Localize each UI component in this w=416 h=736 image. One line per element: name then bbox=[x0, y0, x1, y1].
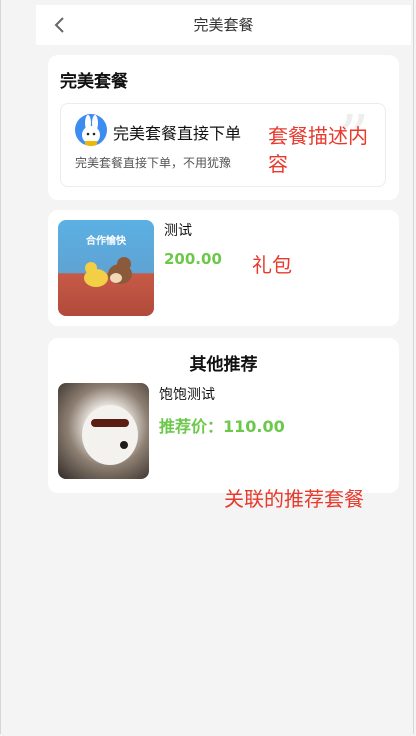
gift-name: 测试 bbox=[164, 223, 192, 239]
annotation-package-desc: 套餐描述内 容 bbox=[268, 124, 368, 176]
gift-price: 200.00 bbox=[164, 250, 222, 268]
recommend-section-title: 其他推荐 bbox=[189, 355, 258, 375]
rabbit-avatar-icon bbox=[75, 114, 107, 146]
page-title: 完美套餐 bbox=[193, 16, 254, 34]
annotation-gift: 礼包 bbox=[252, 253, 292, 277]
recommend-card: 其他推荐 饱饱测试 推荐价：110.00 bbox=[48, 338, 399, 493]
package-desc: 完美套餐直接下单，不用犹豫 bbox=[75, 156, 232, 170]
recommend-price: 推荐价：110.00 bbox=[159, 417, 285, 436]
package-title: 完美套餐 bbox=[60, 72, 128, 92]
annotation-recommend: 关联的推荐套餐 bbox=[224, 487, 364, 511]
recommend-image[interactable] bbox=[58, 383, 149, 479]
gift-image: 合作愉快 bbox=[58, 220, 154, 316]
gift-card[interactable]: 合作愉快 测试 200.00 bbox=[48, 210, 399, 326]
nav-bar: 完美套餐 bbox=[36, 5, 411, 45]
package-name: 完美套餐直接下单 bbox=[113, 124, 242, 143]
recommend-name: 饱饱测试 bbox=[159, 387, 215, 403]
